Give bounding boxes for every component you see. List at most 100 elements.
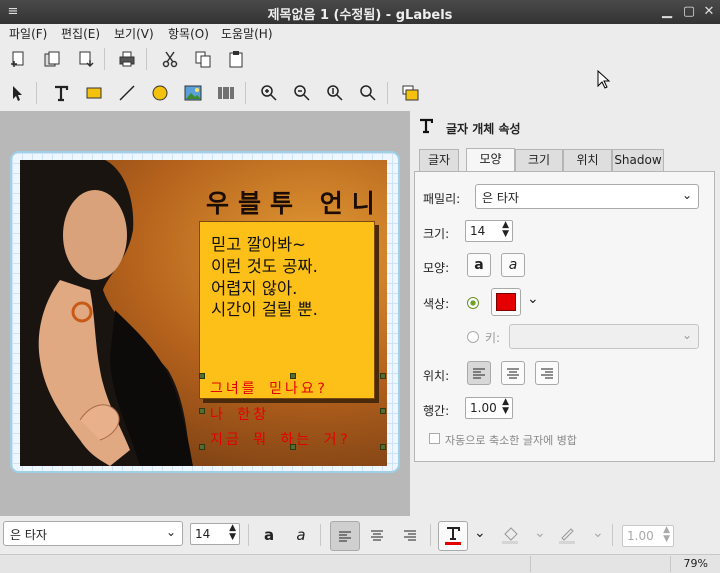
menu-help[interactable]: 도움말(H) [221,25,273,42]
font-family-combo[interactable]: 은 타자 ⌄ [475,184,699,209]
bottom-bold-button[interactable]: a [256,522,282,548]
selection-handle[interactable] [199,408,205,414]
spacing-label: 행간: [423,404,450,418]
format-toolbar: 은 타자 ⌄ 14 ▲ ▼ a a ⌄ ⌄ ⌄ 1.00 ▲ ▼ [0,516,720,554]
bottom-size-spinner[interactable]: 14 ▲ ▼ [190,523,240,545]
tab-position[interactable]: 위치 [563,149,612,171]
spin-arrows-icon[interactable]: ▲ ▼ [502,221,509,239]
tab-text[interactable]: 글자 [419,149,459,171]
key-combo[interactable]: ⌄ [509,324,699,349]
bottom-align-center-button[interactable] [364,522,390,548]
align-right-button[interactable] [535,361,559,385]
minimize-icon[interactable]: ▁ [658,3,676,21]
zoom-in-icon[interactable] [256,80,282,106]
text-color-button[interactable] [438,521,468,551]
key-label: 키: [485,331,501,345]
zoom-fit-icon[interactable] [355,80,381,106]
label-title-text[interactable]: 우블투 언니 [206,184,384,220]
menu-edit[interactable]: 편집(E) [61,25,100,42]
font-size-value: 14 [470,224,486,238]
window-title: 제목없음 1 (수정됨) - gLabels [267,8,453,23]
color-menu-chevron-icon[interactable]: ⌄ [527,291,539,307]
paste-icon[interactable] [223,46,249,72]
bottom-align-right-button[interactable] [397,522,423,548]
copy-icon[interactable] [190,46,216,72]
app-window: ≡ 제목없음 1 (수정됨) - gLabels ▁ ▢ ✕ 파일(F) 편집(… [0,0,720,573]
font-size-spinner[interactable]: 14 ▲ ▼ [465,220,513,242]
font-family-value: 은 타자 [482,191,519,205]
size-label: 크기: [423,227,450,241]
red-text-line-3[interactable]: 지금 뭐 하는 거? [210,429,351,449]
pointer-icon[interactable] [4,80,30,106]
close-icon[interactable]: ✕ [700,3,718,21]
mouse-cursor-icon [597,70,611,89]
bottom-align-left-button[interactable] [330,521,360,551]
color-radio[interactable] [467,297,479,309]
key-radio[interactable] [467,331,479,343]
italic-button[interactable]: a [501,253,525,277]
line-width-value: 1.00 [627,529,654,543]
spin-arrows-icon[interactable]: ▲ ▼ [229,524,236,542]
box-line-2: 이런 것도 공짜. [211,257,318,276]
tab-content: 패밀리: 은 타자 ⌄ 크기: 14 ▲ ▼ 모양: a a 색상: ⌄ 키: ⌄ 위… [414,171,715,462]
tab-style[interactable]: 모양 [466,148,515,171]
chevron-down-icon: ⌄ [165,525,176,539]
cut-icon[interactable] [157,46,183,72]
align-label: 위치: [423,369,450,383]
red-text-line-1[interactable]: 그녀를 믿나요? [210,378,328,398]
menu-file[interactable]: 파일(F) [9,25,47,42]
maximize-icon[interactable]: ▢ [680,3,698,21]
color-swatch [496,293,516,311]
color-picker-button[interactable] [491,288,521,316]
properties-panel: 글자 개체 속성 글자 모양 크기 위치 Shadow 패밀리: 은 타자 ⌄ 크… [410,111,720,516]
selection-handle[interactable] [290,444,296,450]
barcode-tool-icon[interactable] [213,80,239,106]
menu-bar: 파일(F) 편집(E) 보기(V) 항목(O) 도움말(H) [0,24,720,42]
text-color-chevron-icon[interactable]: ⌄ [474,525,486,541]
zoom-100-icon[interactable] [322,80,348,106]
style-label: 모양: [423,261,450,275]
zoom-level: 79% [670,556,718,572]
panel-header: 글자 개체 속성 [446,122,521,136]
image-tool-icon[interactable] [180,80,206,106]
merge-properties-icon[interactable] [398,80,424,106]
family-label: 패밀리: [423,192,461,206]
selection-handle[interactable] [380,373,386,379]
box-line-4: 시간이 걸릴 뿐. [211,300,318,319]
line-spacing-spinner[interactable]: 1.00 ▲ ▼ [465,397,513,419]
new-icon[interactable] [5,46,31,72]
selection-handle[interactable] [290,373,296,379]
bottom-italic-button[interactable]: a [288,522,314,548]
bold-button[interactable]: a [467,253,491,277]
print-icon[interactable] [114,46,140,72]
line-width-spinner[interactable]: 1.00 ▲ ▼ [622,525,674,547]
selection-handle[interactable] [380,408,386,414]
save-icon[interactable] [73,46,99,72]
spin-arrows-icon[interactable]: ▲ ▼ [663,526,670,544]
title-bar: ≡ 제목없음 1 (수정됨) - gLabels ▁ ▢ ✕ [0,0,720,24]
main-toolbar [0,42,720,76]
selection-handle[interactable] [199,444,205,450]
ellipse-tool-icon[interactable] [147,80,173,106]
line-spacing-value: 1.00 [470,401,497,415]
spin-arrows-icon[interactable]: ▲ ▼ [502,398,509,416]
tab-shadow[interactable]: Shadow [612,149,664,171]
zoom-out-icon[interactable] [289,80,315,106]
red-text-line-2[interactable]: 나 한창 [210,404,269,424]
line-tool-icon[interactable] [114,80,140,106]
open-icon[interactable] [39,46,65,72]
selection-handle[interactable] [199,373,205,379]
align-left-button[interactable] [467,361,491,385]
tab-size[interactable]: 크기 [515,149,563,171]
label-text-box[interactable]: 믿고 깔아봐~ 이런 것도 공짜. 어렵지 않아. 시간이 걸릴 뿐. [199,221,375,399]
align-center-button[interactable] [501,361,525,385]
bottom-font-combo[interactable]: 은 타자 ⌄ [3,521,183,546]
autoshrink-checkbox[interactable] [429,433,440,444]
text-tool-icon[interactable] [48,80,74,106]
bottom-font-value: 은 타자 [10,528,47,542]
selection-handle[interactable] [380,444,386,450]
menu-object[interactable]: 항목(O) [168,25,209,42]
fill-color-chevron-icon: ⌄ [534,525,546,541]
menu-view[interactable]: 보기(V) [114,25,154,42]
box-tool-icon[interactable] [81,80,107,106]
